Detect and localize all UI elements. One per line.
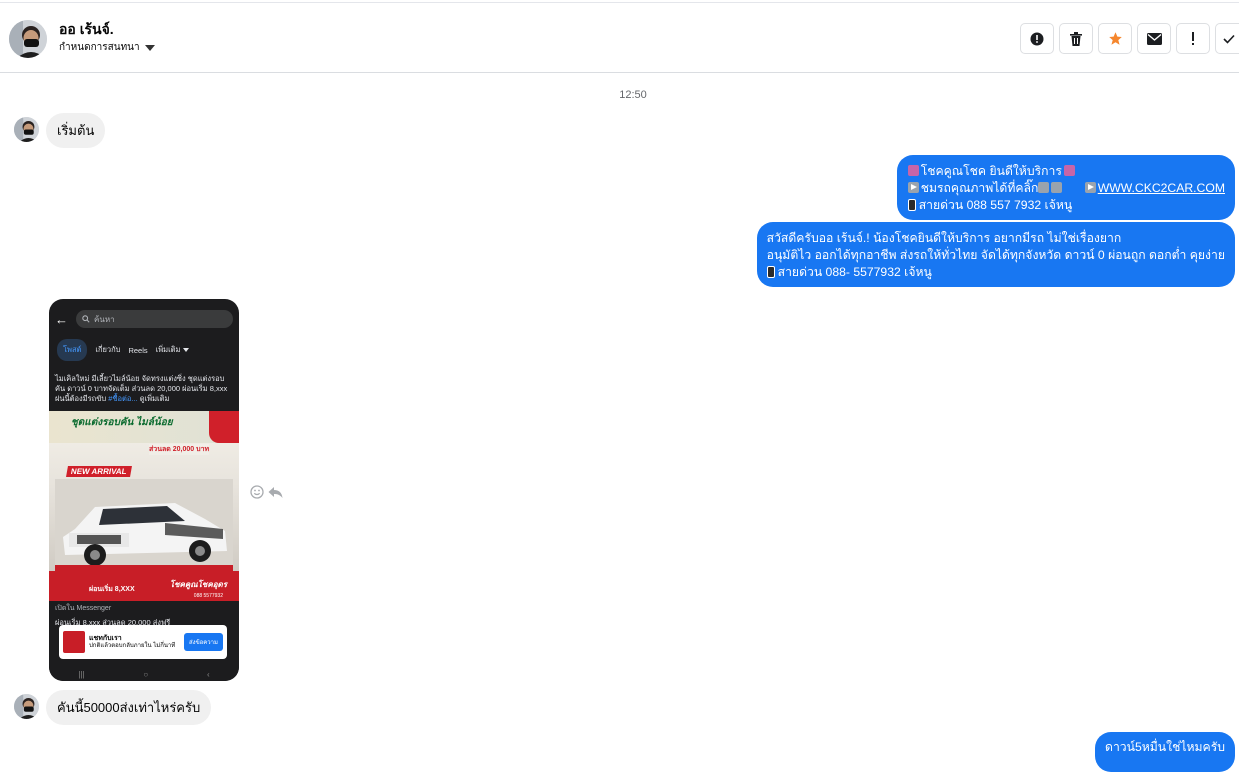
screenshot-search-row: ← ค้นหา bbox=[55, 309, 233, 329]
ad-brand: โชคคูณโชคอุดร bbox=[169, 580, 227, 589]
message-text: สวัสดีครับออ เร้นจ์.! น้องโชคยินดีให้บริ… bbox=[766, 231, 1122, 245]
search-placeholder: ค้นหา bbox=[94, 314, 115, 324]
chat-card-title: แชทกับเรา bbox=[89, 634, 122, 642]
message-line: สายด่วน 088 557 7932 เจ้หนู bbox=[907, 197, 1225, 214]
ad-discount: ส่วนลด 20,000 บาท bbox=[149, 444, 210, 455]
ad-image: ชุดแต่งรอบคัน ไมล์น้อย ส่วนลด 20,000 บาท… bbox=[49, 411, 239, 601]
star-icon bbox=[1108, 32, 1122, 45]
message-text: สายด่วน 088- 5577932 เจ้หนู bbox=[777, 265, 932, 279]
reply-icon[interactable] bbox=[268, 486, 283, 499]
post-hashtag: #ชื้อต่อ... bbox=[108, 394, 138, 403]
trash-icon bbox=[1070, 31, 1082, 46]
conversation-header: ออ เร้นจ์. กำหนดการสนทนา bbox=[0, 3, 1239, 73]
message-text: คันนี้50000ส่งเท่าไหร่ครับ bbox=[57, 700, 201, 715]
screenshot-tabs: โพสต์ เกี่ยวกับ Reels เพิ่มเติม bbox=[57, 339, 190, 361]
envelope-icon bbox=[1146, 32, 1162, 45]
website-link[interactable]: WWW.CKC2CAR.COM bbox=[1098, 181, 1225, 195]
message-line: ชมรถคุณภาพได้ที่คลิ๊ก WWW.CKC2CAR.COM bbox=[907, 180, 1225, 197]
sender-avatar[interactable] bbox=[14, 694, 39, 719]
outgoing-message[interactable]: โชคคูณโชค ยินดีให้บริการ ชมรถคุณภาพได้ที… bbox=[896, 155, 1235, 220]
caret-down-icon bbox=[144, 44, 155, 51]
nav-back-icon: ||| bbox=[78, 669, 85, 679]
post-text: ไมเคิลใหม่ มีเลี้ยวไมล์น้อย จัดทรงแต่งซิ… bbox=[55, 374, 233, 404]
conversation-settings-menu[interactable]: กำหนดการสนทนา bbox=[59, 40, 155, 55]
phone-icon bbox=[766, 266, 775, 278]
ad-phone: 088 5577932 bbox=[193, 593, 223, 599]
smiley-icon[interactable] bbox=[250, 485, 264, 499]
emoji-icon bbox=[1063, 165, 1075, 176]
message-line: โชคคูณโชค ยินดีให้บริการ bbox=[907, 163, 1225, 180]
phone-icon bbox=[907, 199, 916, 211]
nav-recent-icon: ‹ bbox=[206, 669, 210, 679]
outgoing-message[interactable]: สวัสดีครับออ เร้นจ์.! น้องโชคยินดีให้บริ… bbox=[756, 222, 1235, 287]
ad-title: ชุดแต่งรอบคัน ไมล์น้อย bbox=[71, 417, 173, 428]
message-text: สายด่วน 088 557 7932 เจ้หนู bbox=[918, 198, 1073, 212]
down-arrow-icon bbox=[1051, 182, 1063, 193]
chat-card: แชทกับเรา ปกติแล้วตอบกลับภายใน ไม่กี่นาท… bbox=[59, 625, 227, 659]
ad-down-price: ผ่อนเริ่ม 8,XXX bbox=[89, 586, 135, 593]
ad-badge bbox=[209, 411, 239, 443]
search-icon bbox=[82, 315, 90, 323]
back-arrow-icon: ← bbox=[55, 311, 68, 327]
contact-name: ออ เร้นจ์. bbox=[59, 21, 114, 37]
message-text: ดาวน์5หมื่นใช่ไหมครับ bbox=[1105, 740, 1225, 754]
attached-screenshot[interactable]: ← ค้นหา โพสต์ เกี่ยวกับ Reels เพิ่มเติม … bbox=[49, 299, 239, 681]
contact-avatar[interactable] bbox=[9, 20, 47, 58]
message-text: โชคคูณโชค ยินดีให้บริการ bbox=[920, 164, 1062, 178]
see-more: ดูเพิ่มเติม bbox=[139, 394, 170, 403]
incoming-message[interactable]: เริ่มต้น bbox=[46, 113, 106, 148]
play-button-icon bbox=[907, 182, 919, 193]
done-button[interactable] bbox=[1215, 23, 1239, 54]
exclamation-icon bbox=[1192, 31, 1194, 45]
message-text: เริ่มต้น bbox=[57, 123, 95, 138]
emoji-icon bbox=[907, 165, 919, 176]
message-line: สายด่วน 088- 5577932 เจ้หนู bbox=[766, 264, 1225, 281]
message-actions bbox=[250, 485, 283, 499]
open-in-messenger: เปิดใน Messenger bbox=[55, 605, 112, 612]
incoming-message[interactable]: คันนี้50000ส่งเท่าไหร่ครับ bbox=[46, 690, 212, 725]
chat-card-thumbnail bbox=[63, 631, 85, 653]
star-button[interactable] bbox=[1098, 23, 1132, 54]
outgoing-message[interactable]: ดาวน์5หมื่นใช่ไหมครับ bbox=[1095, 732, 1235, 772]
check-icon bbox=[1223, 34, 1235, 44]
delete-button[interactable] bbox=[1059, 23, 1093, 54]
screenshot-search-box: ค้นหา bbox=[76, 310, 233, 328]
play-button-icon bbox=[1084, 182, 1096, 193]
message-text: อนุมัติไว ออกได้ทุกอาชีพ ส่งรถให้ทั่วไทย… bbox=[766, 248, 1225, 262]
important-button[interactable] bbox=[1176, 23, 1210, 54]
chat-card-send: ส่งข้อความ bbox=[183, 633, 223, 651]
tab-about: เกี่ยวกับ bbox=[95, 345, 121, 354]
chat-card-subtitle: ปกติแล้วตอบกลับภายใน ไม่กี่นาที bbox=[89, 642, 176, 649]
chat-card-text: แชทกับเรา ปกติแล้วตอบกลับภายใน ไม่กี่นาท… bbox=[89, 635, 180, 650]
message-text: ชมรถคุณภาพได้ที่คลิ๊ก bbox=[920, 181, 1039, 195]
header-actions bbox=[1020, 23, 1239, 54]
tab-more: เพิ่มเติม bbox=[155, 345, 181, 354]
message-timestamp: 12:50 bbox=[619, 89, 647, 101]
tab-posts: โพสต์ bbox=[57, 339, 88, 361]
caret-down-icon bbox=[183, 348, 190, 352]
ad-new-arrival: NEW ARRIVAL bbox=[66, 466, 132, 477]
truck-image bbox=[55, 479, 233, 575]
phone-nav-bar: ||| ○ ‹ bbox=[49, 667, 239, 681]
alert-circle-icon bbox=[1030, 32, 1044, 45]
report-button[interactable] bbox=[1020, 23, 1054, 54]
nav-home-icon: ○ bbox=[143, 669, 149, 679]
mark-unread-button[interactable] bbox=[1137, 23, 1171, 54]
conversation-settings-label: กำหนดการสนทนา bbox=[59, 42, 140, 53]
down-arrow-icon bbox=[1038, 182, 1050, 193]
tab-reels: Reels bbox=[128, 345, 148, 355]
sender-avatar[interactable] bbox=[14, 117, 39, 142]
